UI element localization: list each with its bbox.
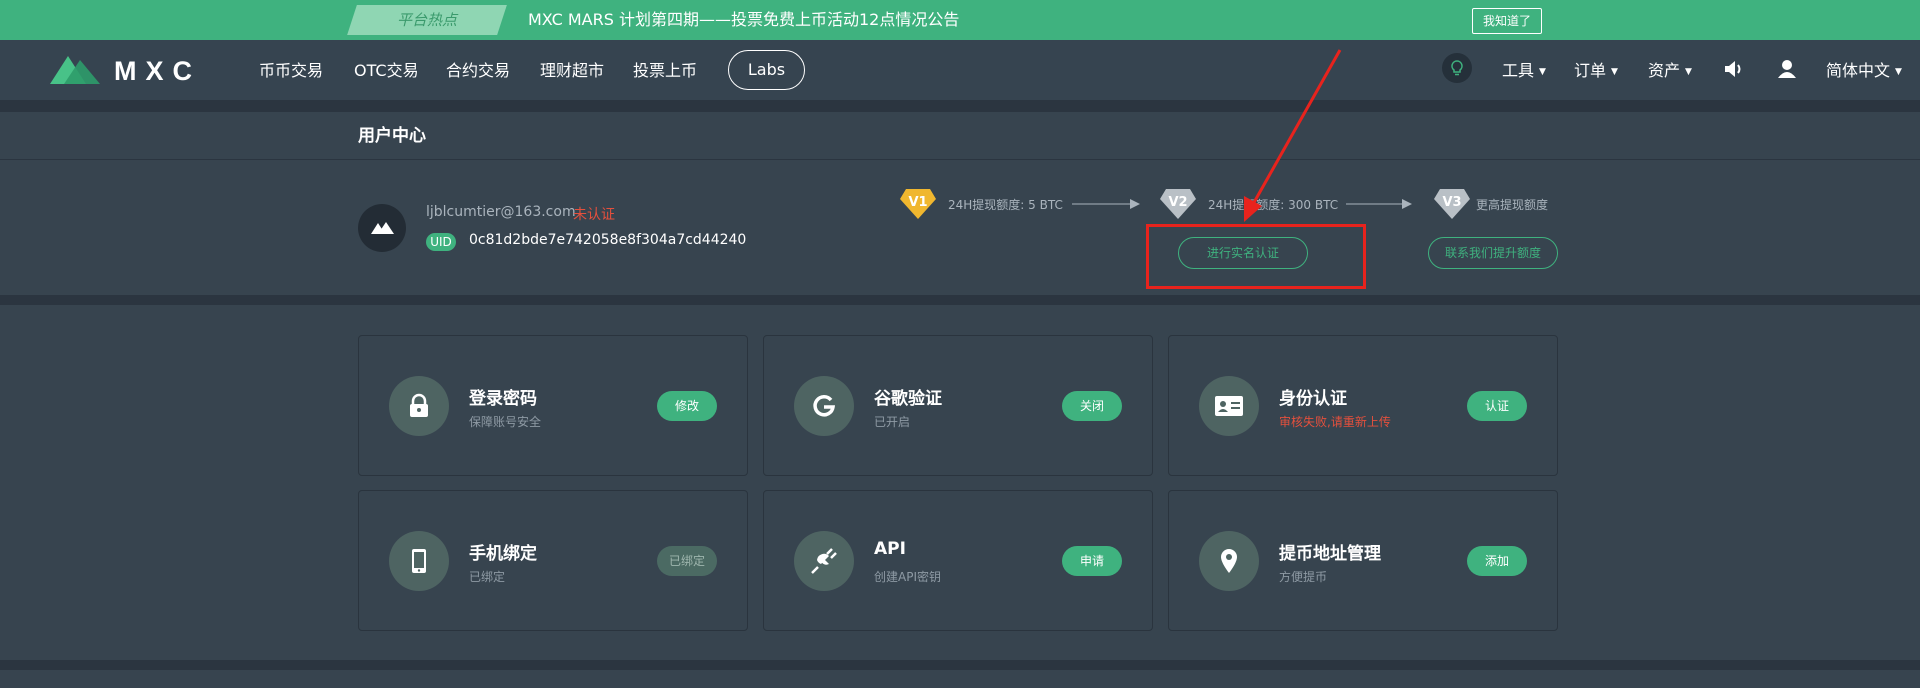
- nav-tools-menu[interactable]: 工具 ▼: [1502, 40, 1546, 100]
- nav-assets-label: 资产: [1648, 61, 1681, 80]
- level-v1-limit: 24H提现额度: 5 BTC: [948, 198, 1063, 212]
- verify-identity-button[interactable]: 认证: [1467, 391, 1527, 421]
- id-card-icon: [1215, 396, 1243, 416]
- nav-item-vote-listing[interactable]: 投票上币: [633, 40, 697, 100]
- card-title: 手机绑定: [469, 544, 537, 564]
- chevron-down-icon: ▼: [1539, 67, 1546, 77]
- logo-text: MXC: [114, 56, 201, 86]
- card-icon-circle: [389, 531, 449, 591]
- level-v3-badge: V3: [1434, 189, 1470, 219]
- card-subtitle-warning: 审核失败,请重新上传: [1279, 415, 1391, 429]
- avatar-logo-icon: [371, 222, 394, 234]
- card-subtitle: 保障账号安全: [469, 415, 542, 429]
- avatar: [358, 204, 406, 252]
- verification-status: 未认证: [573, 207, 615, 223]
- language-selector[interactable]: 简体中文 ▼: [1826, 40, 1902, 100]
- card-title: API: [874, 539, 906, 559]
- level-v2-label: V2: [1168, 195, 1187, 210]
- uid-badge: UID: [426, 233, 456, 251]
- top-nav: MXC 币币交易 OTC交易 合约交易 理财超市 投票上币 Labs 工具 ▼ 订…: [0, 40, 1920, 100]
- card-subtitle: 方便提币: [1279, 570, 1328, 584]
- phone-icon: [412, 549, 426, 573]
- card-subtitle: 已绑定: [469, 570, 506, 584]
- labs-button[interactable]: Labs: [728, 50, 805, 90]
- plug-icon: [811, 548, 837, 574]
- user-info-panel: ljblcumtier@163.com 未认证 UID 0c81d2bde7e7…: [0, 160, 1920, 295]
- card-title: 提币地址管理: [1279, 544, 1381, 564]
- card-withdraw-address: 提币地址管理 方便提币 添加: [1168, 490, 1558, 631]
- card-phone-binding: 手机绑定 已绑定 已绑定: [358, 490, 748, 631]
- card-icon-circle: [389, 376, 449, 436]
- card-icon-circle: [1199, 376, 1259, 436]
- chevron-down-icon: ▼: [1611, 67, 1618, 77]
- card-title: 登录密码: [469, 389, 537, 409]
- level-v2-limit: 24H提现额度: 300 BTC: [1208, 198, 1339, 212]
- annotation-highlight-box: [1146, 224, 1366, 289]
- disable-google-auth-button[interactable]: 关闭: [1062, 391, 1122, 421]
- card-google-auth: 谷歌验证 已开启 关闭: [763, 335, 1153, 476]
- nav-item-otc[interactable]: OTC交易: [354, 40, 419, 100]
- card-icon-circle: [1199, 531, 1259, 591]
- card-api: API 创建API密钥 申请: [763, 490, 1153, 631]
- announcement-bar: 平台热点 MXC MARS 计划第四期——投票免费上币活动12点情况公告 我知道…: [0, 0, 1920, 40]
- card-icon-circle: [794, 376, 854, 436]
- lightbulb-button[interactable]: [1442, 53, 1472, 83]
- contact-us-button[interactable]: 联系我们提升额度: [1428, 237, 1558, 269]
- card-subtitle: 已开启: [874, 415, 911, 429]
- security-cards-section: 登录密码 保障账号安全 修改 谷歌验证 已开启 关闭 身份认证 审核失败,请重新…: [0, 305, 1920, 660]
- card-identity: 身份认证 审核失败,请重新上传 认证: [1168, 335, 1558, 476]
- level-v3-limit: 更高提现额度: [1476, 198, 1549, 212]
- level-v2-badge: V2: [1160, 189, 1196, 219]
- lock-icon: [410, 393, 428, 417]
- dismiss-announcement-button[interactable]: 我知道了: [1472, 8, 1542, 34]
- apply-api-button[interactable]: 申请: [1062, 546, 1122, 576]
- announcement-tag: 平台热点: [396, 11, 457, 29]
- nav-item-spot-trading[interactable]: 币币交易: [259, 40, 323, 100]
- google-icon: [813, 395, 836, 417]
- announcement-link[interactable]: MXC MARS 计划第四期——投票免费上币活动12点情况公告: [528, 0, 959, 40]
- user-email: ljblcumtier@163.com: [426, 204, 576, 220]
- nav-tools-label: 工具: [1502, 61, 1535, 80]
- level-v1-badge: V1: [900, 189, 936, 219]
- user-icon[interactable]: [1776, 58, 1798, 80]
- arrow-right-icon: [1346, 199, 1412, 209]
- user-center-header: 用户中心: [0, 112, 1920, 160]
- change-password-button[interactable]: 修改: [657, 391, 717, 421]
- card-login-password: 登录密码 保障账号安全 修改: [358, 335, 748, 476]
- level-v1-label: V1: [908, 195, 927, 210]
- chevron-down-icon: ▼: [1685, 67, 1692, 77]
- card-subtitle: 创建API密钥: [874, 570, 941, 584]
- location-pin-icon: [1221, 549, 1237, 573]
- card-title: 身份认证: [1279, 389, 1347, 409]
- lightbulb-icon: [1451, 60, 1463, 76]
- nav-item-finance[interactable]: 理财超市: [540, 40, 604, 100]
- nav-orders-menu[interactable]: 订单 ▼: [1574, 40, 1618, 100]
- speaker-icon[interactable]: [1722, 58, 1744, 80]
- chevron-down-icon: ▼: [1895, 67, 1902, 77]
- card-title: 谷歌验证: [874, 389, 942, 409]
- mxc-logo[interactable]: MXC: [50, 52, 212, 88]
- nav-item-contract[interactable]: 合约交易: [446, 40, 510, 100]
- arrow-right-icon: [1072, 199, 1140, 209]
- card-icon-circle: [794, 531, 854, 591]
- nav-orders-label: 订单: [1574, 61, 1607, 80]
- language-label: 简体中文: [1826, 61, 1891, 80]
- add-address-button[interactable]: 添加: [1467, 546, 1527, 576]
- footer-strip: [0, 670, 1920, 688]
- page-title: 用户中心: [358, 126, 426, 146]
- phone-bound-button: 已绑定: [657, 546, 717, 576]
- nav-assets-menu[interactable]: 资产 ▼: [1648, 40, 1692, 100]
- uid-value: 0c81d2bde7e742058e8f304a7cd44240: [469, 232, 747, 248]
- level-v3-label: V3: [1442, 195, 1461, 210]
